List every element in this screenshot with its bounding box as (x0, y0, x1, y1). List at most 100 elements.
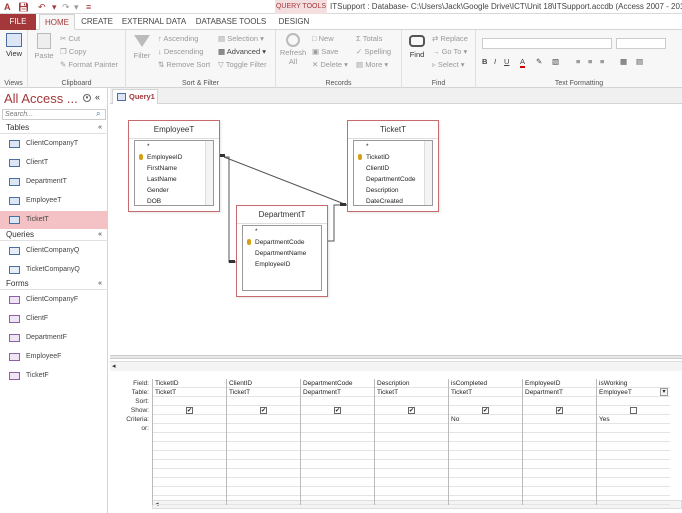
join-line-employee-ticket[interactable] (223, 156, 348, 206)
field-cell[interactable]: isWorking (597, 379, 670, 388)
or-cell[interactable] (523, 424, 596, 433)
italic-button[interactable]: I (494, 57, 496, 67)
field-departmentcode[interactable]: DepartmentCode (354, 174, 432, 185)
shutter-bar-close-icon[interactable]: « (95, 92, 100, 102)
criteria-cell[interactable]: Yes (597, 415, 670, 424)
empty-cell[interactable] (597, 496, 670, 505)
nav-item-departmentt[interactable]: DepartmentT (0, 173, 108, 191)
or-cell[interactable] (227, 424, 300, 433)
field-clientid[interactable]: ClientID (354, 163, 432, 174)
empty-cell[interactable] (523, 478, 596, 487)
join-line-employee-department[interactable] (224, 156, 236, 263)
empty-cell[interactable] (449, 442, 522, 451)
or-cell[interactable] (597, 424, 670, 433)
empty-cell[interactable] (449, 451, 522, 460)
scroll-left-icon[interactable]: ◂ (112, 362, 116, 371)
empty-cell[interactable] (301, 478, 374, 487)
align-left-button[interactable]: ≡ (576, 57, 580, 67)
search-icon[interactable]: ⌕ (96, 109, 100, 119)
format-painter-button[interactable]: ✎ Format Painter (60, 60, 118, 70)
nav-section-queries[interactable]: Queries « (0, 229, 108, 241)
field-departmentcode[interactable]: DepartmentCode (243, 237, 321, 248)
view-button[interactable]: View (3, 33, 25, 58)
delete-record-button[interactable]: ✕ Delete ▾ (312, 60, 348, 70)
align-right-button[interactable]: ≡ (600, 57, 604, 67)
nav-item-clientf[interactable]: ClientF (0, 310, 108, 328)
field-list[interactable]: * EmployeeID FirstName LastName Gender DOB (134, 140, 214, 206)
redo-dropdown-icon[interactable]: ▾ (74, 1, 79, 13)
empty-cell[interactable] (597, 469, 670, 478)
empty-cell[interactable] (153, 487, 226, 496)
more-button[interactable]: ▤ More ▾ (356, 60, 388, 70)
nav-item-departmentf[interactable]: DepartmentF (0, 329, 108, 347)
empty-cell[interactable] (597, 451, 670, 460)
sort-cell[interactable] (375, 397, 448, 406)
empty-cell[interactable] (153, 442, 226, 451)
nav-item-clientcompanyq[interactable]: ClientCompanyQ (0, 242, 108, 260)
font-size-dropdown[interactable] (616, 38, 666, 49)
show-checkbox[interactable]: ✔ (556, 406, 563, 414)
table-pane-scrollbar[interactable]: ◂ (110, 361, 682, 371)
empty-cell[interactable] (597, 460, 670, 469)
empty-cell[interactable] (523, 496, 596, 505)
field-dob[interactable]: DOB (135, 196, 213, 207)
font-name-dropdown[interactable] (482, 38, 612, 49)
redo-icon[interactable]: ↷ (62, 1, 70, 13)
filter-button[interactable]: Filter (129, 33, 155, 60)
advanced-button[interactable]: ▦ Advanced ▾ (218, 47, 266, 57)
save-icon[interactable]: 💾︎ (18, 1, 29, 13)
table-box-department[interactable]: DepartmentT * DepartmentCode DepartmentNam… (236, 205, 328, 297)
or-cell[interactable] (301, 424, 374, 433)
field-lastname[interactable]: LastName (135, 174, 213, 185)
empty-cell[interactable] (375, 460, 448, 469)
tab-file[interactable]: FILE (0, 14, 36, 30)
empty-cell[interactable] (375, 433, 448, 442)
empty-cell[interactable] (153, 469, 226, 478)
empty-cell[interactable] (301, 487, 374, 496)
descending-button[interactable]: ↓ Descending (158, 47, 203, 57)
criteria-cell[interactable] (523, 415, 596, 424)
empty-cell[interactable] (153, 433, 226, 442)
table-cell[interactable]: TicketT (449, 388, 522, 397)
empty-cell[interactable] (301, 442, 374, 451)
tab-home[interactable]: HOME (39, 14, 75, 30)
tab-create[interactable]: CREATE (78, 14, 116, 30)
nav-item-clientcompanyf[interactable]: ClientCompanyF (0, 291, 108, 309)
tab-query1[interactable]: Query1 (112, 89, 158, 104)
font-color-button[interactable]: A (520, 57, 526, 68)
field-employeeid[interactable]: EmployeeID (135, 152, 213, 163)
empty-cell[interactable] (301, 469, 374, 478)
nav-item-ticketf[interactable]: TicketF (0, 367, 108, 385)
empty-cell[interactable] (375, 496, 448, 505)
nav-item-clientt[interactable]: ClientT (0, 154, 108, 172)
sort-cell[interactable] (227, 397, 300, 406)
empty-cell[interactable] (301, 460, 374, 469)
fill-color-button[interactable]: ▧ (552, 57, 559, 67)
empty-cell[interactable] (227, 469, 300, 478)
replace-button[interactable]: ⇄ Replace (432, 34, 468, 44)
empty-cell[interactable] (449, 469, 522, 478)
sort-cell[interactable] (597, 397, 670, 406)
empty-cell[interactable] (375, 442, 448, 451)
empty-cell[interactable] (523, 487, 596, 496)
join-line-department-ticket[interactable] (327, 204, 347, 242)
dropdown-arrow-icon[interactable]: ▾ (660, 388, 668, 396)
empty-cell[interactable] (301, 496, 374, 505)
field-firstname[interactable]: FirstName (135, 163, 213, 174)
nav-item-employeet[interactable]: EmployeeT (0, 192, 108, 210)
empty-cell[interactable] (301, 433, 374, 442)
criteria-cell[interactable] (153, 415, 226, 424)
cut-button[interactable]: ✂ Cut (60, 34, 80, 44)
show-checkbox[interactable]: ✔ (186, 406, 193, 414)
totals-button[interactable]: Σ Totals (356, 34, 382, 44)
spelling-button[interactable]: ✓ Spelling (356, 47, 391, 57)
new-record-button[interactable]: □ New (312, 34, 334, 44)
empty-cell[interactable] (449, 487, 522, 496)
criteria-cell[interactable] (301, 415, 374, 424)
gridlines-button[interactable]: ▦ (620, 57, 627, 67)
field-employeeid[interactable]: EmployeeID (243, 259, 321, 270)
empty-cell[interactable] (227, 442, 300, 451)
empty-cell[interactable] (153, 451, 226, 460)
table-cell[interactable]: TicketT (153, 388, 226, 397)
field-cell[interactable]: TicketID (153, 379, 226, 388)
